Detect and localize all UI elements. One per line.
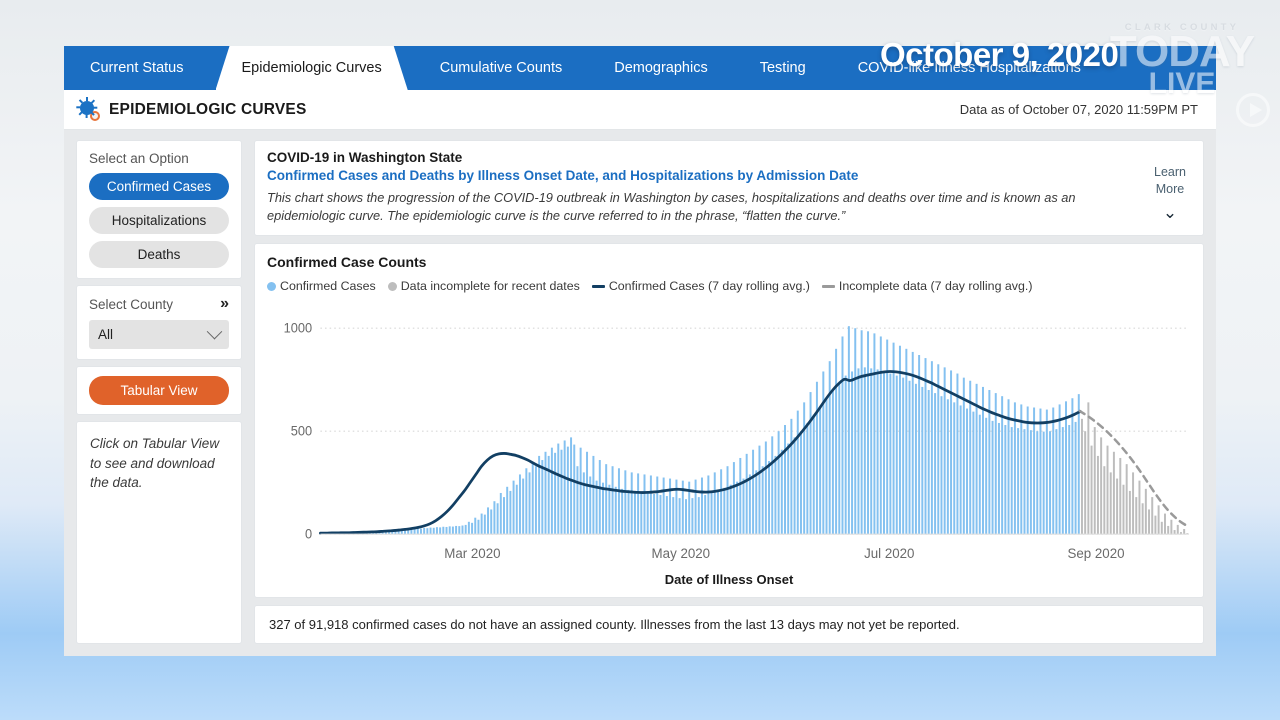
intro-description: This chart shows the progression of the …	[267, 190, 1076, 224]
sidebar-hint-text: Click on Tabular View to see and downloa…	[76, 421, 242, 644]
intro-subtitle: Confirmed Cases and Deaths by Illness On…	[267, 168, 859, 183]
county-select[interactable]: All	[89, 320, 229, 349]
watermark-clark-county-text: CLARK COUNTY	[1124, 22, 1240, 33]
svg-text:0: 0	[305, 527, 312, 542]
svg-text:Mar 2020: Mar 2020	[444, 546, 501, 561]
legend-label: Data incomplete for recent dates	[400, 279, 580, 294]
tab-label: Current Status	[90, 60, 184, 76]
county-select-value: All	[98, 327, 114, 342]
intro-title: COVID-19 in Washington State	[267, 150, 463, 165]
tab-label: Cumulative Counts	[439, 60, 563, 76]
legend-label: Incomplete data (7 day rolling avg.)	[838, 279, 1033, 294]
chevron-down-icon	[206, 323, 223, 340]
svg-text:500: 500	[291, 424, 312, 439]
tab-testing[interactable]: Testing	[734, 46, 832, 90]
play-circle-icon	[1236, 93, 1270, 127]
tab-label: Demographics	[614, 60, 708, 76]
select-county-card: Select County » All	[76, 285, 242, 360]
learn-more-line1: Learn	[1154, 165, 1186, 179]
page-title: EPIDEMIOLOGIC CURVES	[109, 100, 307, 118]
legend-swatch	[387, 281, 397, 291]
tab-bar-spacer	[1107, 46, 1216, 90]
option-confirmed-cases[interactable]: Confirmed Cases	[89, 173, 229, 200]
tab-label: Epidemiologic Curves	[241, 60, 382, 76]
option-deaths[interactable]: Deaths	[89, 241, 229, 268]
tab-cumulative-counts[interactable]: Cumulative Counts	[414, 46, 589, 90]
chart-title: Confirmed Case Counts	[267, 254, 427, 271]
footer-note: 327 of 91,918 confirmed cases do not hav…	[254, 605, 1204, 644]
tab-demographics[interactable]: Demographics	[588, 46, 734, 90]
select-option-card: Select an Option Confirmed Cases Hospita…	[76, 140, 242, 279]
data-as-of-label: Data as of October 07, 2020 11:59PM PT	[959, 102, 1198, 117]
dashboard-window: Current Status Epidemiologic Curves Cumu…	[64, 46, 1216, 656]
x-axis-title: Date of Illness Onset	[664, 572, 794, 587]
legend-item-incomplete-data[interactable]: Data incomplete for recent dates	[387, 279, 580, 294]
option-hospitalizations[interactable]: Hospitalizations	[89, 207, 229, 234]
tab-epidemiologic-curves[interactable]: Epidemiologic Curves	[216, 46, 408, 90]
legend-label: Confirmed Cases	[280, 279, 376, 294]
select-option-label: Select an Option	[89, 151, 189, 166]
legend-label: Confirmed Cases (7 day rolling avg.)	[608, 279, 810, 294]
broadcast-date-overlay: October 9, 2020	[880, 36, 1119, 73]
legend-swatch	[821, 284, 835, 288]
chevron-double-right-icon[interactable]: »	[220, 296, 229, 312]
chart-card: Confirmed Case Counts Confirmed Cases Da…	[254, 243, 1204, 598]
tab-label: Testing	[759, 60, 806, 76]
intro-text-block: COVID-19 in Washington State Confirmed C…	[267, 150, 1141, 225]
legend-swatch	[267, 281, 276, 291]
intro-card: COVID-19 in Washington State Confirmed C…	[254, 140, 1204, 237]
dashboard-body: Select an Option Confirmed Cases Hospita…	[64, 130, 1216, 656]
svg-text:Sep 2020: Sep 2020	[1067, 546, 1124, 561]
svg-text:Jul 2020: Jul 2020	[864, 546, 915, 561]
legend-item-confirmed-cases[interactable]: Confirmed Cases	[267, 279, 376, 293]
virus-icon	[76, 97, 100, 121]
legend-item-rolling-avg[interactable]: Confirmed Cases (7 day rolling avg.)	[591, 279, 810, 294]
tabular-view-card: Tabular View	[76, 366, 242, 415]
learn-more-line2: More	[1155, 181, 1185, 196]
sidebar: Select an Option Confirmed Cases Hospita…	[76, 140, 242, 644]
epidemic-curve-svg: 0 500 1000 Mar 2020 May 2020 Jul 2020 Sep 2020	[284, 321, 1191, 561]
tab-current-status[interactable]: Current Status	[64, 46, 210, 90]
legend-item-incomplete-rolling-avg[interactable]: Incomplete data (7 day rolling avg.)	[821, 279, 1033, 294]
chevron-double-down-icon: ⌄	[1162, 202, 1178, 222]
tabular-view-button[interactable]: Tabular View	[89, 376, 229, 405]
chart-legend: Confirmed Cases Data incomplete for rece…	[267, 279, 1191, 293]
select-county-header: Select County »	[89, 296, 229, 312]
learn-more-button[interactable]: Learn More ⌄	[1149, 150, 1191, 225]
legend-swatch	[591, 284, 605, 288]
select-county-label: Select County	[89, 296, 174, 312]
svg-text:1000: 1000	[284, 321, 313, 336]
main-content: COVID-19 in Washington State Confirmed C…	[254, 140, 1204, 644]
page-header: EPIDEMIOLOGIC CURVES Data as of October …	[64, 90, 1216, 130]
chart-plot-area: 0 500 1000 Mar 2020 May 2020 Jul 2020 Sep 2020	[267, 299, 1191, 569]
svg-text:May 2020: May 2020	[652, 546, 711, 561]
